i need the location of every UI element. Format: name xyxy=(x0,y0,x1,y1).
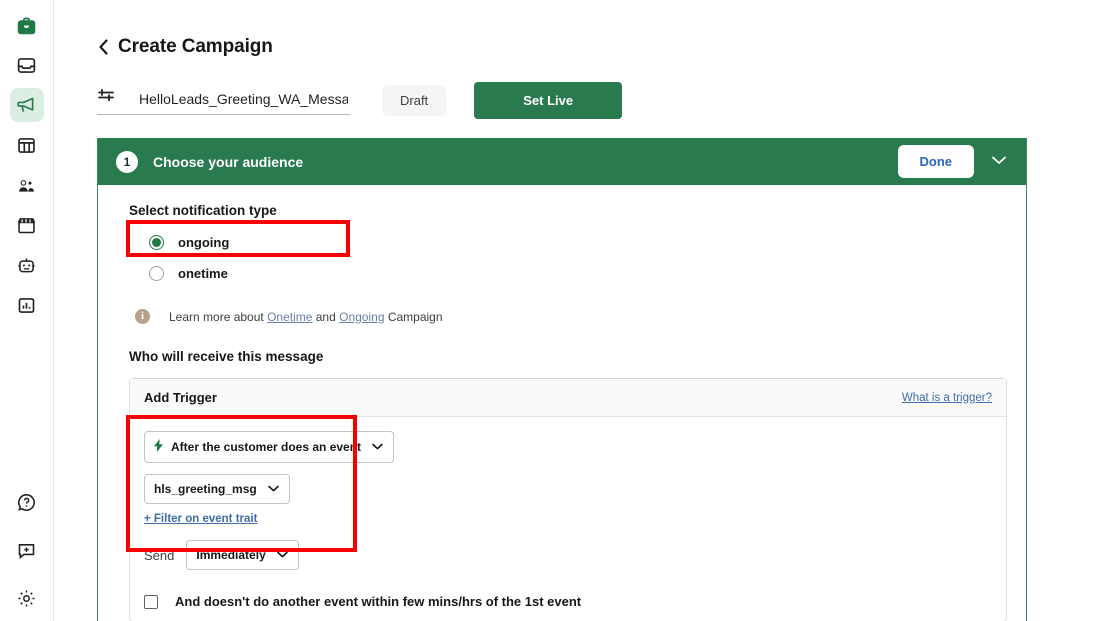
what-is-a-trigger-link[interactable]: What is a trigger? xyxy=(902,392,992,404)
learn-more-prefix: Learn more about xyxy=(169,309,268,324)
chevron-down-icon xyxy=(371,440,384,454)
step-number-badge: 1 xyxy=(116,150,138,173)
notification-type-label: Select notification type xyxy=(129,203,277,218)
sidebar-item-campaigns[interactable] xyxy=(9,88,44,122)
send-timing-row: Send Immediately xyxy=(144,540,992,570)
radio-option-ongoing[interactable]: ongoing xyxy=(129,228,996,256)
analytics-icon xyxy=(16,295,37,316)
who-receives-label: Who will receive this message xyxy=(129,349,324,364)
radio-onetime-label: onetime xyxy=(178,265,228,281)
sidebar-bottom-group xyxy=(0,485,53,615)
no-other-event-label: And doesn't do another event within few … xyxy=(175,594,582,609)
sidebar-item-bots[interactable] xyxy=(10,248,44,282)
feedback-icon xyxy=(16,540,37,561)
chevron-down-icon[interactable] xyxy=(990,153,1008,171)
sidebar-item-settings[interactable] xyxy=(10,581,44,615)
radio-ongoing-icon[interactable] xyxy=(149,234,164,250)
learn-more-text: Learn more about Onetime and Ongoing Cam… xyxy=(169,310,443,324)
info-icon: i xyxy=(135,309,150,324)
briefcase-icon xyxy=(16,15,37,36)
people-icon xyxy=(16,175,37,196)
sidebar-item-home[interactable] xyxy=(10,8,44,42)
sidebar-item-feedback[interactable] xyxy=(10,533,44,567)
step-body: Select notification type ongoing onetime… xyxy=(98,185,1026,621)
sidebar-item-audience[interactable] xyxy=(10,168,44,202)
event-type-select[interactable]: After the customer does an event xyxy=(144,431,395,463)
learn-more-middle: and xyxy=(312,309,340,324)
done-button[interactable]: Done xyxy=(897,145,974,178)
step-card-choose-audience: 1 Choose your audience Done Select notif… xyxy=(97,138,1027,621)
megaphone-icon xyxy=(16,95,37,116)
add-trigger-header: Add Trigger What is a trigger? xyxy=(130,379,1006,417)
learn-more-row: i Learn more about Onetime and Ongoing C… xyxy=(129,309,996,324)
sidebar-item-analytics[interactable] xyxy=(10,288,44,322)
radio-ongoing-label: ongoing xyxy=(178,234,230,250)
campaign-name-input[interactable] xyxy=(97,86,350,115)
help-icon xyxy=(16,492,37,513)
bot-icon xyxy=(16,255,37,276)
no-other-event-checkbox[interactable] xyxy=(144,594,158,609)
radio-onetime-icon[interactable] xyxy=(149,265,164,281)
send-timing-select-value: Immediately xyxy=(196,548,266,562)
radio-option-onetime[interactable]: onetime xyxy=(129,259,996,287)
chevron-down-icon xyxy=(267,482,280,496)
event-name-select[interactable]: hls_greeting_msg xyxy=(144,474,290,504)
storefront-icon xyxy=(16,215,37,236)
breadcrumb: Create Campaign xyxy=(97,36,273,58)
set-live-button[interactable]: Set Live xyxy=(474,82,623,119)
add-trigger-panel: Add Trigger What is a trigger? After the… xyxy=(129,378,1007,621)
trigger-body: After the customer does an event hls_gre… xyxy=(130,417,1006,582)
dashboard-icon xyxy=(16,135,37,156)
ongoing-link[interactable]: Ongoing xyxy=(339,310,384,324)
sidebar-item-store[interactable] xyxy=(10,208,44,242)
gear-icon xyxy=(16,588,37,609)
step-header: 1 Choose your audience Done xyxy=(98,138,1026,185)
page-header: Create Campaign xyxy=(97,36,273,58)
campaign-name-row: Draft Set Live xyxy=(97,82,623,119)
sidebar-top-group xyxy=(9,0,44,322)
event-type-select-value: After the customer does an event xyxy=(171,440,362,454)
status-badge[interactable]: Draft xyxy=(382,85,447,116)
page-title: Create Campaign xyxy=(118,36,273,57)
onetime-link[interactable]: Onetime xyxy=(267,310,312,324)
inbox-icon xyxy=(16,55,37,76)
left-nav-sidebar xyxy=(0,0,54,621)
list-settings-icon[interactable] xyxy=(97,86,119,108)
learn-more-suffix: Campaign xyxy=(384,309,443,324)
send-label: Send xyxy=(144,547,175,563)
chevron-down-icon xyxy=(276,548,289,562)
no-other-event-checkbox-row[interactable]: And doesn't do another event within few … xyxy=(130,582,1006,621)
send-timing-select[interactable]: Immediately xyxy=(186,540,299,570)
app-root: Create Campaign Draft Set Live 1 Choose … xyxy=(0,0,1104,621)
sidebar-item-help[interactable] xyxy=(10,485,44,519)
step-title: Choose your audience xyxy=(153,153,304,170)
sidebar-item-dashboard[interactable] xyxy=(10,128,44,162)
lightning-bolt-icon xyxy=(154,439,163,455)
event-name-select-value: hls_greeting_msg xyxy=(154,482,257,496)
filter-on-event-trait-link[interactable]: + Filter on event trait xyxy=(144,513,992,525)
add-trigger-title: Add Trigger xyxy=(144,390,217,405)
notification-type-radio-group: ongoing onetime xyxy=(129,228,996,287)
back-chevron-icon[interactable] xyxy=(97,38,110,56)
sidebar-item-inbox[interactable] xyxy=(10,48,44,82)
